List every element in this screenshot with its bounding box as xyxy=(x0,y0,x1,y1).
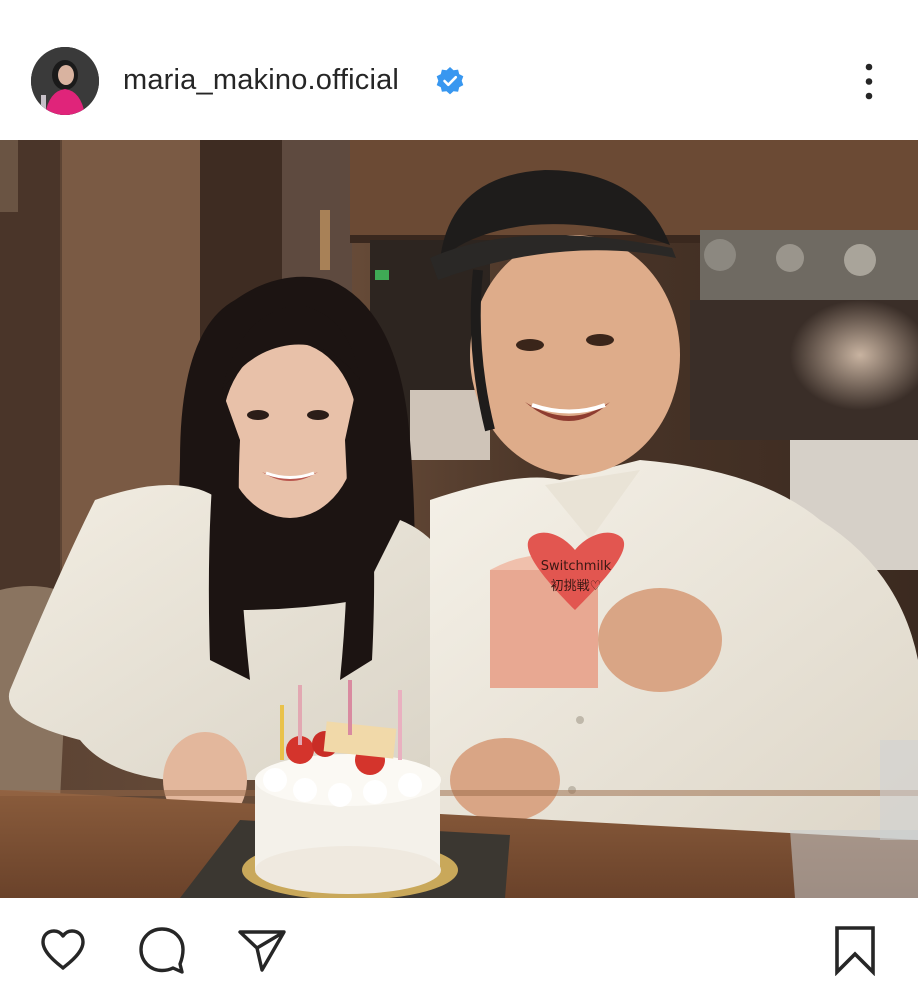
card-text-line1: Switchmilk xyxy=(541,559,612,574)
comment-icon[interactable] xyxy=(136,924,188,976)
verified-badge-icon xyxy=(435,66,465,96)
more-options-icon[interactable] xyxy=(856,60,882,104)
bookmark-icon[interactable] xyxy=(829,924,881,977)
heart-icon[interactable] xyxy=(37,924,89,976)
profile-avatar[interactable] xyxy=(31,47,99,115)
post-header: maria_makino.official xyxy=(0,0,918,140)
username[interactable]: maria_makino.official xyxy=(123,64,399,97)
post-actions-bar xyxy=(0,898,918,1000)
send-icon[interactable] xyxy=(236,924,288,976)
post-photo[interactable]: Switchmilk 初挑戦♡ xyxy=(0,140,918,898)
card-text-line2: 初挑戦♡ xyxy=(551,579,602,594)
